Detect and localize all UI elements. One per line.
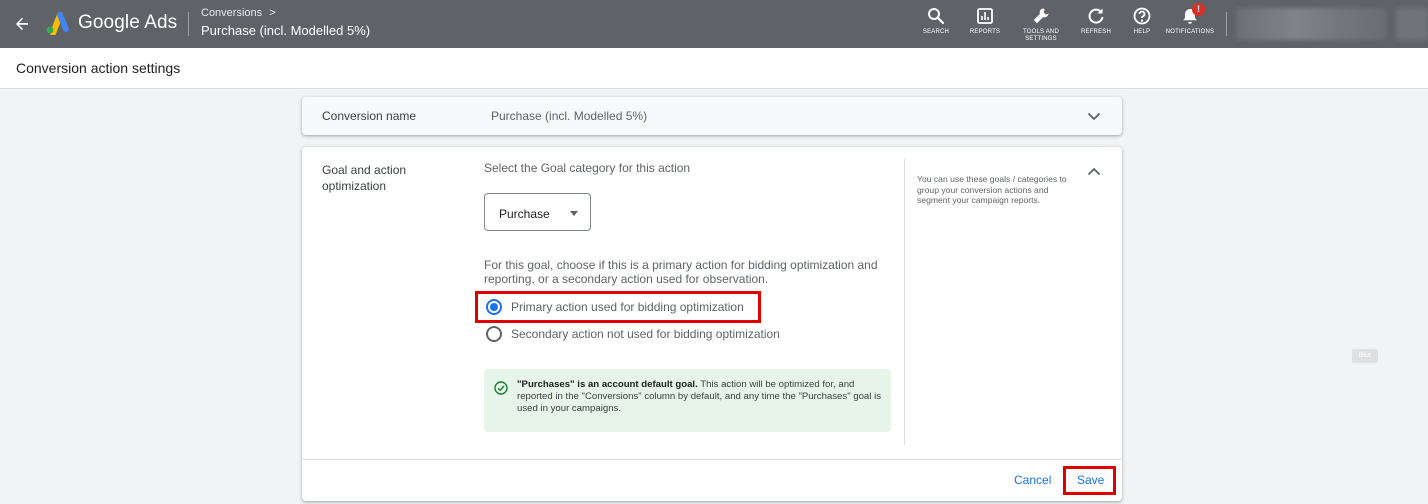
help-icon [1133,7,1151,25]
notice-text: "Purchases" is an account default goal. … [517,379,885,415]
tools-and-settings-button[interactable]: TOOLS AND SETTINGS [1020,6,1062,44]
avatar[interactable] [1396,8,1428,40]
goal-description: For this goal, choose if this is a prima… [484,258,878,286]
tool-label: TOOLS AND SETTINGS [1022,29,1060,42]
google-ads-logo-icon [44,11,70,36]
chevron-down-icon[interactable] [1084,106,1104,126]
check-circle-icon [494,381,508,395]
cancel-button[interactable]: Cancel [1014,473,1051,487]
chevron-right-icon: > [269,7,276,19]
section-label: Goal and action optimization [322,163,407,193]
help-text: You can use these goals / categories to … [917,174,1067,205]
search-button[interactable]: SEARCH [922,6,950,44]
page-name: Purchase (incl. Modelled 5%) [201,23,371,38]
notice-bold: "Purchases" is an account default goal. [517,379,698,390]
page-title: Conversion action settings [16,60,181,76]
notification-badge: ! [1192,3,1205,16]
highlight-box [1063,466,1116,495]
caret-down-icon [570,211,578,216]
top-app-bar: Google Ads Conversions > Purchase (incl.… [0,0,1428,48]
tool-label: HELP [1133,29,1151,35]
tool-label: REFRESH [1080,29,1112,35]
refresh-icon [1088,8,1104,24]
refresh-button[interactable]: REFRESH [1080,6,1112,44]
blur-tag: Blur [1352,349,1378,363]
breadcrumb-link[interactable]: Conversions [201,7,262,19]
tool-label: NOTIFICATIONS [1165,29,1215,35]
radio-button-unchecked[interactable] [486,326,502,342]
tool-label: SEARCH [922,29,950,35]
goal-section: Goal and action optimization Select the … [302,147,1122,501]
chevron-up-icon[interactable] [1084,161,1104,181]
reports-icon [977,8,993,24]
section-label: Conversion name [322,109,417,123]
app-name[interactable]: Google Ads [78,12,177,34]
account-switcher[interactable] [1236,8,1386,40]
divider [302,459,1122,460]
goal-category-select[interactable]: Purchase [484,193,591,231]
goal-select-heading: Select the Goal category for this action [484,161,691,175]
default-goal-notice: "Purchases" is an account default goal. … [484,369,891,432]
breadcrumb[interactable]: Conversions > [201,7,276,19]
conversion-name-value: Purchase (incl. Modelled 5%) [491,109,648,123]
wrench-icon [1033,8,1049,24]
divider [904,159,905,445]
radio-label: Secondary action not used for bidding op… [511,327,780,341]
help-button[interactable]: HELP [1131,6,1153,44]
search-icon [928,8,945,25]
selected-value: Purchase [499,207,550,221]
conversion-name-section[interactable]: Conversion name Purchase (incl. Modelled… [302,97,1122,135]
reports-button[interactable]: REPORTS [969,6,1001,44]
back-arrow-icon[interactable] [10,12,34,36]
page-header: Conversion action settings [0,48,1428,89]
notifications-button[interactable]: ! NOTIFICATIONS [1164,3,1216,44]
divider [188,12,189,36]
divider [1226,12,1227,36]
highlight-box [475,291,761,323]
secondary-action-option[interactable]: Secondary action not used for bidding op… [486,326,780,342]
tool-label: REPORTS [969,29,1001,35]
